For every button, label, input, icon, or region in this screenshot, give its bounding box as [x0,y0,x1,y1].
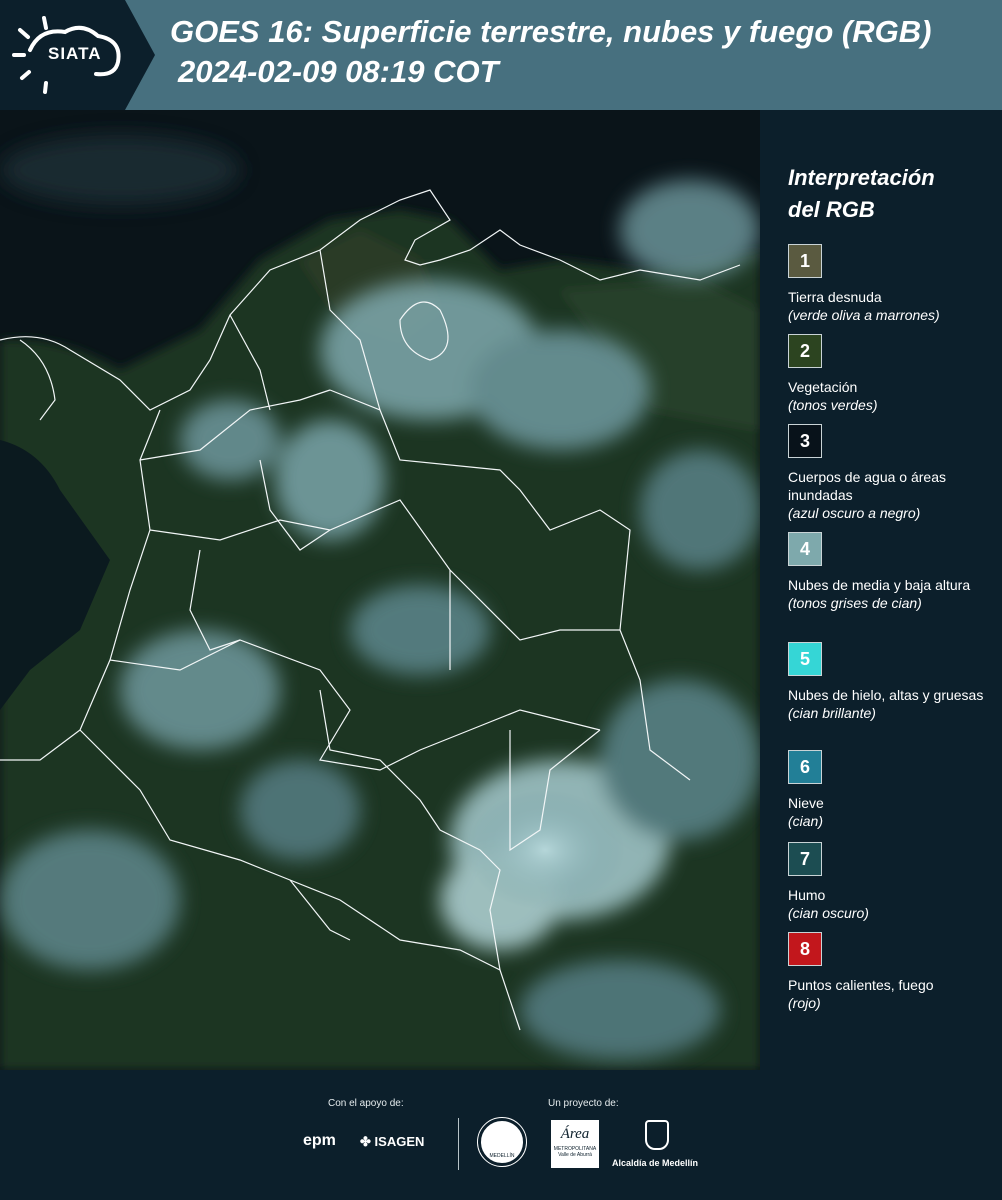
isagen-logo: ✤ ISAGEN [360,1134,425,1149]
legend-item-bare-land: 1 Tierra desnuda (verde oliva a marrones… [788,244,998,324]
legend-sub: (tonos grises de cian) [788,595,922,611]
legend-panel: Interpretación del RGB 1 Tierra desnuda … [776,110,1002,1070]
siata-logo: SIATA [0,0,160,110]
legend-swatch: 5 [788,642,822,676]
legend-label: Humo [788,887,826,903]
legend-sub: (cian) [788,813,824,829]
legend-sub: (cian brillante) [788,705,876,721]
epm-logo: epm [303,1132,336,1149]
legend-sub: (verde oliva a marrones) [788,307,940,323]
footer: Con el apoyo de: Un proyecto de: epm ✤ I… [0,1070,1002,1200]
support-label: Con el apoyo de: [328,1098,404,1109]
legend-swatch: 2 [788,334,822,368]
legend-swatch: 3 [788,424,822,458]
medellin-seal-icon: MEDELLÍN [477,1117,527,1167]
legend-label: Nubes de hielo, altas y gruesas [788,687,984,703]
footer-divider [458,1118,459,1170]
legend-swatch: 4 [788,532,822,566]
legend-sub: (tonos verdes) [788,397,878,413]
page-timestamp: 2024-02-09 08:19 COT [178,54,499,89]
page-title: GOES 16: Superficie terrestre, nubes y f… [170,14,932,49]
bright-cloud [465,790,625,910]
header: SIATA GOES 16: Superficie terrestre, nub… [0,0,1002,110]
legend-swatch: 7 [788,842,822,876]
legend-label: Tierra desnuda [788,289,882,305]
legend-item-vegetation: 2 Vegetación (tonos verdes) [788,334,998,414]
legend-item-snow: 6 Nieve (cian) [788,750,998,830]
legend-sub: (azul oscuro a negro) [788,505,921,521]
legend-item-low-clouds: 4 Nubes de media y baja altura (tonos gr… [788,532,998,612]
legend-swatch: 8 [788,932,822,966]
legend-item-smoke: 7 Humo (cian oscuro) [788,842,998,922]
legend-sub: (rojo) [788,995,821,1011]
isagen-icon: ✤ [360,1134,371,1149]
legend-item-water: 3 Cuerpos de agua o áreas inundadas (azu… [788,424,998,522]
legend-title: Interpretación del RGB [788,165,935,222]
legend-item-ice-clouds: 5 Nubes de hielo, altas y gruesas (cian … [788,642,998,722]
logo-text: SIATA [48,44,102,63]
legend-swatch: 1 [788,244,822,278]
legend-sub: (cian oscuro) [788,905,869,921]
area-metropolitana-logo: Área METROPOLITANA Valle de Aburrá [551,1120,599,1168]
legend-swatch: 6 [788,750,822,784]
legend-item-fire: 8 Puntos calientes, fuego (rojo) [788,932,998,1012]
project-label: Un proyecto de: [548,1098,619,1109]
legend-label: Cuerpos de agua o áreas inundadas [788,469,946,503]
legend-label: Nieve [788,795,824,811]
satellite-map[interactable] [0,110,760,1070]
alcaldia-label: Alcaldía de Medellín [612,1158,699,1168]
legend-label: Nubes de media y baja altura [788,577,971,593]
legend-label: Vegetación [788,379,858,395]
alcaldia-shield-icon [645,1120,669,1150]
legend-label: Puntos calientes, fuego [788,977,934,993]
